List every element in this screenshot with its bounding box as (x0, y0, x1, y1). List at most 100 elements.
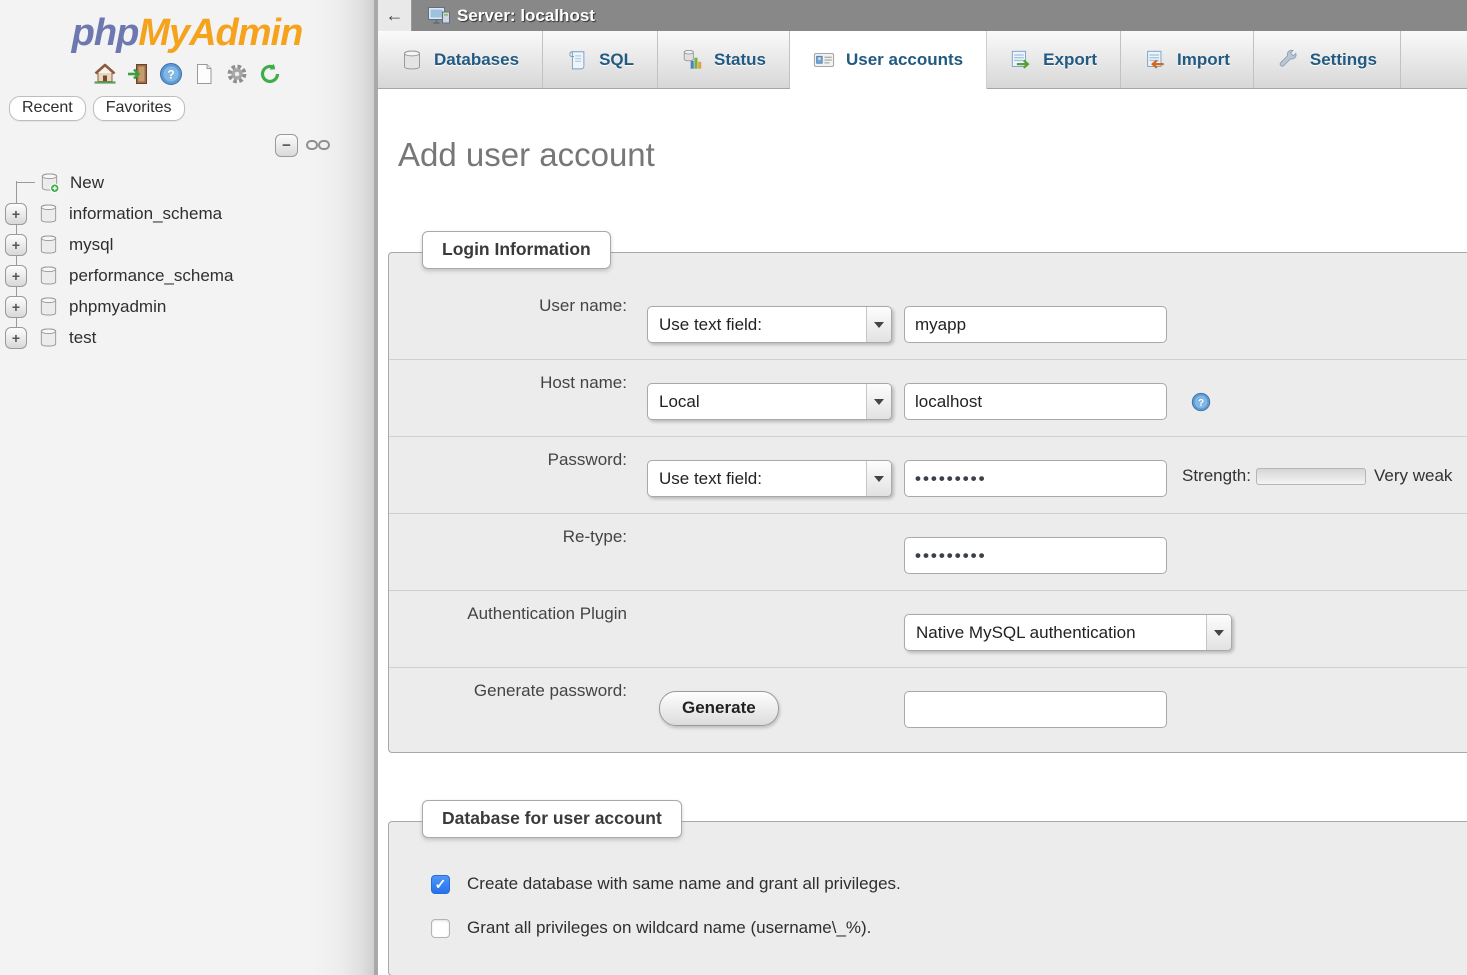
main-area: ← Server: localhost Databases SQL Status (378, 0, 1467, 975)
hostname-label: Host name: (389, 370, 627, 393)
logo-myadmin: MyAdmin (138, 12, 302, 54)
strength-text: Very weak (1374, 466, 1452, 486)
expand-plus-button[interactable]: + (5, 234, 27, 256)
database-icon (38, 265, 59, 286)
expand-plus-button[interactable]: + (5, 203, 27, 225)
server-title[interactable]: Server: localhost (457, 6, 595, 26)
generate-password-label: Generate password: (389, 678, 627, 701)
create-db-row: ✓ Create database with same name and gra… (431, 874, 1467, 894)
logout-icon[interactable] (126, 62, 150, 86)
tree-item-database: + test (0, 322, 374, 353)
grant-wildcard-row: ✓ Grant all privileges on wildcard name … (431, 918, 1467, 938)
page-title: Add user account (398, 133, 1467, 177)
login-information-fieldset: Login Information User name: Use text fi… (388, 252, 1467, 753)
docs-icon[interactable] (192, 62, 216, 86)
gear-icon[interactable] (225, 62, 249, 86)
refresh-icon[interactable] (258, 62, 282, 86)
home-icon[interactable] (93, 62, 117, 86)
expand-plus-button[interactable]: + (5, 327, 27, 349)
strength-label: Strength: (1182, 466, 1251, 486)
help-icon[interactable]: ? (1191, 392, 1211, 412)
tree-controls: − (0, 133, 330, 157)
server-icon (427, 5, 451, 27)
username-label: User name: (389, 293, 627, 316)
hostname-input[interactable] (904, 383, 1167, 420)
chevron-down-icon (866, 384, 891, 419)
tab-settings[interactable]: Settings (1254, 31, 1401, 88)
auth-plugin-label: Authentication Plugin (389, 601, 627, 624)
tree-item-label[interactable]: test (69, 328, 96, 348)
tree-item-label[interactable]: information_schema (69, 204, 222, 224)
navigation-sidebar: phpMyAdmin ? Recent Favorites − (0, 0, 378, 975)
tree-item-label[interactable]: mysql (69, 235, 113, 255)
generated-password-input[interactable] (904, 691, 1167, 728)
sql-icon (566, 49, 588, 71)
settings-icon (1277, 49, 1299, 71)
auth-plugin-select[interactable]: Native MySQL authentication (904, 614, 1232, 651)
collapse-all-button[interactable]: − (275, 134, 298, 157)
auth-plugin-row: Authentication Plugin Native MySQL authe… (389, 590, 1467, 667)
tab-sql[interactable]: SQL (543, 31, 658, 88)
status-icon (681, 49, 703, 71)
new-database-icon (39, 172, 60, 193)
sidebar-quick-access: Recent Favorites (9, 96, 374, 121)
tab-databases[interactable]: Databases (378, 31, 543, 88)
grant-wildcard-label: Grant all privileges on wildcard name (u… (467, 918, 871, 938)
back-button[interactable]: ← (378, 0, 412, 31)
strength-meter (1256, 468, 1366, 485)
username-type-select[interactable]: Use text field: (647, 306, 892, 343)
tree-branch-line (16, 182, 35, 183)
unlink-icon[interactable] (306, 137, 330, 153)
svg-text:?: ? (167, 68, 174, 82)
tree-item-new[interactable]: New (0, 167, 374, 198)
tree-item-label[interactable]: phpmyadmin (69, 297, 166, 317)
tab-import[interactable]: Import (1121, 31, 1254, 88)
help-icon[interactable]: ? (159, 62, 183, 86)
database-for-user-fieldset: Database for user account ✓ Create datab… (388, 821, 1467, 975)
tree-item-database: + information_schema (0, 198, 374, 229)
database-tree: New + information_schema + mysql + perfo… (0, 167, 374, 353)
password-strength: Strength: Very weak (1182, 466, 1452, 486)
chevron-down-icon (866, 307, 891, 342)
database-icon (38, 327, 59, 348)
tab-status[interactable]: Status (658, 31, 790, 88)
generate-button[interactable]: Generate (659, 691, 779, 726)
logo-php: php (72, 12, 139, 54)
generate-password-row: Generate password: Generate (389, 667, 1467, 744)
phpmyadmin-logo: phpMyAdmin (0, 0, 374, 55)
password-row: Password: Use text field: Strength: Very… (389, 436, 1467, 513)
page-content: Add user account Login Information User … (378, 89, 1467, 975)
sidebar-toolbar: ? (0, 61, 374, 87)
tree-item-database: + performance_schema (0, 260, 374, 291)
retype-label: Re-type: (389, 524, 627, 547)
tree-item-database: + phpmyadmin (0, 291, 374, 322)
chevron-down-icon (866, 461, 891, 496)
grant-wildcard-checkbox[interactable]: ✓ (431, 919, 450, 938)
import-icon (1144, 49, 1166, 71)
expand-plus-button[interactable]: + (5, 296, 27, 318)
create-db-label: Create database with same name and grant… (467, 874, 901, 894)
tab-user-accounts[interactable]: User accounts (790, 31, 987, 89)
retype-password-input[interactable] (904, 537, 1167, 574)
database-for-user-legend: Database for user account (422, 800, 682, 838)
chevron-down-icon (1206, 615, 1231, 650)
create-db-checkbox[interactable]: ✓ (431, 875, 450, 894)
login-information-legend: Login Information (422, 231, 611, 269)
tab-export[interactable]: Export (987, 31, 1121, 88)
password-input[interactable] (904, 460, 1167, 497)
password-type-select[interactable]: Use text field: (647, 460, 892, 497)
export-icon (1010, 49, 1032, 71)
favorites-button[interactable]: Favorites (93, 96, 185, 121)
hostname-row: Host name: Local ? (389, 359, 1467, 436)
tree-item-label[interactable]: performance_schema (69, 266, 233, 286)
recent-button[interactable]: Recent (9, 96, 86, 121)
databases-icon (401, 49, 423, 71)
username-row: User name: Use text field: (389, 283, 1467, 359)
tab-bar: Databases SQL Status User accounts Expor… (378, 31, 1467, 89)
tree-item-label[interactable]: New (70, 173, 104, 193)
hostname-type-select[interactable]: Local (647, 383, 892, 420)
server-breadcrumb-bar: ← Server: localhost (378, 0, 1467, 31)
password-label: Password: (389, 447, 627, 470)
expand-plus-button[interactable]: + (5, 265, 27, 287)
username-input[interactable] (904, 306, 1167, 343)
